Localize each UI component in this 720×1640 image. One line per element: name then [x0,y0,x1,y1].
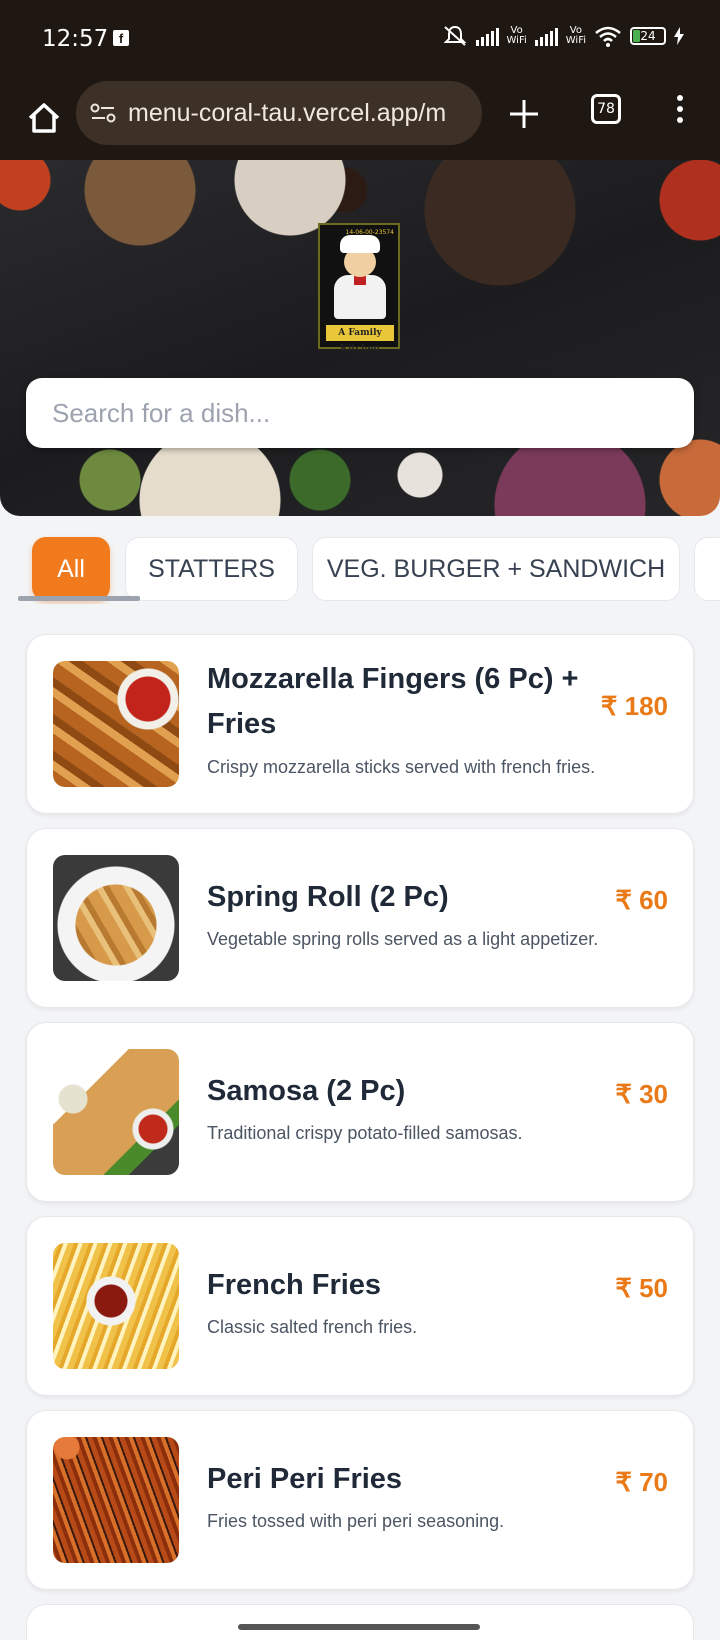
dish-price: ₹ 60 [615,885,668,915]
menu-list: Mozzarella Fingers (6 Pc) + Fries Crispy… [26,634,694,1604]
dish-price: ₹ 50 [615,1273,668,1303]
battery-icon: 24 [630,27,666,45]
new-tab-icon[interactable] [504,94,544,134]
peri-peri-fries-photo [53,1437,179,1563]
dish-name: Samosa (2 Pc) [207,1075,406,1107]
dish-description: Classic salted french fries. [207,1317,418,1337]
search-box[interactable] [26,378,694,448]
dish-description: Vegetable spring rolls served as a light… [207,929,599,949]
tab-scroll-indicator [18,596,140,601]
status-bar: 12:57 f Vo WiFi Vo WiFi 24 [0,0,720,80]
category-tab-next[interactable] [694,537,720,601]
mute-bell-icon [443,25,466,46]
menu-item-card[interactable]: Mozzarella Fingers (6 Pc) + Fries Crispy… [26,634,694,814]
category-tab-all[interactable]: All [32,537,110,601]
dish-description: Crispy mozzarella sticks served with fre… [207,757,596,777]
dish-name: French Fries [207,1269,382,1301]
menu-item-card[interactable]: Samosa (2 Pc) Traditional crispy potato-… [26,1022,694,1202]
category-tab-statters[interactable]: STATTERS [125,537,298,601]
dish-price: ₹ 70 [615,1467,668,1497]
mozzarella-fingers-photo [53,661,179,787]
tab-switcher-button[interactable]: 78 [591,94,621,124]
menu-item-card-partial[interactable] [26,1604,694,1640]
wifi-icon [595,26,621,47]
vowifi-label-2: Vo WiFi [565,25,586,46]
charging-icon [674,27,684,45]
search-input[interactable] [26,378,694,448]
restaurant-logo: 14-06-00-23574 A Family Kitchen [318,223,400,354]
menu-item-card[interactable]: Spring Roll (2 Pc) Vegetable spring roll… [26,828,694,1008]
url-text[interactable]: menu-coral-tau.vercel.app/m [128,99,472,128]
logo-label: A Family Kitchen [326,325,394,354]
dish-name: Mozzarella Fingers (6 Pc) + Fries [207,663,579,740]
address-bar[interactable]: menu-coral-tau.vercel.app/m [76,81,482,145]
dish-description: Fries tossed with peri peri seasoning. [207,1511,505,1531]
status-icons: Vo WiFi Vo WiFi 24 [442,24,684,48]
menu-item-card[interactable]: Peri Peri Fries Fries tossed with peri p… [26,1410,694,1590]
category-tabs: All STATTERS VEG. BURGER + SANDWICH [0,534,720,604]
dish-description: Traditional crispy potato-filled samosas… [207,1123,523,1143]
signal-icon-2 [534,26,558,46]
spring-roll-photo [53,855,179,981]
browser-nav-bar: menu-coral-tau.vercel.app/m 78 [0,80,720,160]
browser-chrome: 12:57 f Vo WiFi Vo WiFi 24 menu-coral-ta… [0,0,720,160]
facebook-notification-icon: f [113,30,129,46]
gesture-navigation-bar[interactable] [238,1624,480,1630]
dish-price: ₹ 180 [600,691,668,721]
category-tab-veg-burger-sandwich[interactable]: VEG. BURGER + SANDWICH [312,537,680,601]
dish-name: Spring Roll (2 Pc) [207,881,449,913]
more-options-icon[interactable] [670,94,690,124]
menu-item-card[interactable]: French Fries Classic salted french fries… [26,1216,694,1396]
hero-banner: 14-06-00-23574 A Family Kitchen [0,160,720,516]
dish-price: ₹ 30 [615,1079,668,1109]
signal-icon-1 [475,26,499,46]
status-time: 12:57 [42,26,109,52]
home-icon[interactable] [22,96,66,140]
samosa-photo [53,1049,179,1175]
vowifi-label-1: Vo WiFi [506,25,527,46]
site-settings-icon[interactable] [90,101,116,125]
french-fries-photo [53,1243,179,1369]
dish-name: Peri Peri Fries [207,1463,403,1495]
